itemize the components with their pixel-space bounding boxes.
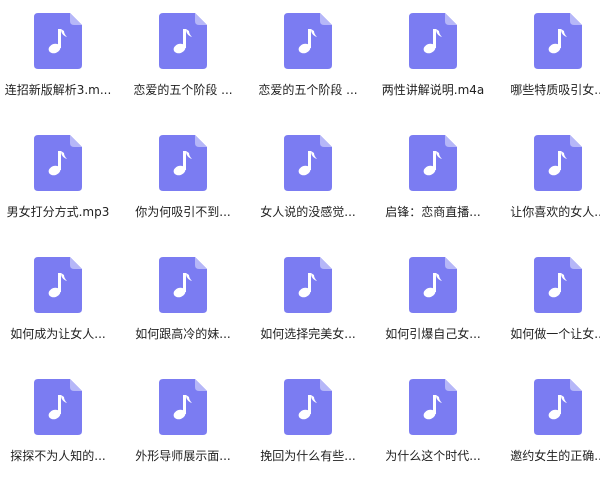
- file-item[interactable]: 两性讲解说明.m4a: [377, 0, 497, 118]
- file-item[interactable]: 外形导师展示面...: [127, 366, 247, 484]
- file-name-label: 哪些特质吸引女...: [510, 83, 600, 97]
- music-file-icon: [159, 135, 207, 191]
- file-item[interactable]: 挽回为什么有些...: [252, 366, 372, 484]
- file-name-label: 你为何吸引不到...: [135, 205, 231, 219]
- music-file-icon: [534, 13, 582, 69]
- music-file-icon: [34, 135, 82, 191]
- music-file-icon: [534, 135, 582, 191]
- file-name-label: 挽回为什么有些...: [260, 449, 356, 463]
- file-item[interactable]: 连招新版解析3.m...: [2, 0, 122, 118]
- file-item[interactable]: 如何引爆自己女...: [377, 244, 497, 362]
- file-item[interactable]: 启锋：恋商直播...: [377, 122, 497, 240]
- file-name-label: 女人说的没感觉...: [260, 205, 356, 219]
- file-name-label: 如何跟高冷的妹...: [135, 327, 231, 341]
- file-name-label: 如何引爆自己女...: [385, 327, 481, 341]
- file-name-label: 启锋：恋商直播...: [385, 205, 481, 219]
- music-file-icon: [534, 379, 582, 435]
- file-item[interactable]: 如何选择完美女...: [252, 244, 372, 362]
- file-name-label: 如何选择完美女...: [260, 327, 356, 341]
- music-file-icon: [284, 13, 332, 69]
- file-item[interactable]: 探探不为人知的...: [2, 366, 122, 484]
- file-name-label: 如何成为让女人...: [10, 327, 106, 341]
- music-file-icon: [159, 13, 207, 69]
- file-item[interactable]: 哪些特质吸引女...: [502, 0, 600, 118]
- file-name-label: 让你喜欢的女人...: [510, 205, 600, 219]
- file-name-label: 男女打分方式.mp3: [6, 205, 110, 219]
- file-item[interactable]: 如何成为让女人...: [2, 244, 122, 362]
- music-file-icon: [34, 257, 82, 313]
- music-file-icon: [409, 257, 457, 313]
- music-file-icon: [284, 379, 332, 435]
- music-file-icon: [409, 135, 457, 191]
- file-name-label: 探探不为人知的...: [10, 449, 106, 463]
- music-file-icon: [34, 379, 82, 435]
- music-file-icon: [409, 379, 457, 435]
- file-name-label: 两性讲解说明.m4a: [381, 83, 485, 97]
- file-item[interactable]: 为什么这个时代...: [377, 366, 497, 484]
- file-item[interactable]: 男女打分方式.mp3: [2, 122, 122, 240]
- file-name-label: 如何做一个让女...: [510, 327, 600, 341]
- music-file-icon: [409, 13, 457, 69]
- file-item[interactable]: 女人说的没感觉...: [252, 122, 372, 240]
- file-name-label: 恋爱的五个阶段 ...: [258, 83, 358, 97]
- file-name-label: 邀约女生的正确...: [510, 449, 600, 463]
- music-file-icon: [159, 257, 207, 313]
- file-name-label: 外形导师展示面...: [135, 449, 231, 463]
- music-file-icon: [34, 13, 82, 69]
- file-item[interactable]: 恋爱的五个阶段 ...: [127, 0, 247, 118]
- music-file-icon: [534, 257, 582, 313]
- music-file-icon: [284, 135, 332, 191]
- music-file-icon: [159, 379, 207, 435]
- file-item[interactable]: 如何跟高冷的妹...: [127, 244, 247, 362]
- file-grid: 连招新版解析3.m... 恋爱的五个阶段 ... 恋爱的五个阶段 ... 两性讲…: [0, 0, 600, 475]
- file-item[interactable]: 邀约女生的正确...: [502, 366, 600, 484]
- file-item[interactable]: 如何做一个让女...: [502, 244, 600, 362]
- file-item[interactable]: 让你喜欢的女人...: [502, 122, 600, 240]
- file-item[interactable]: 恋爱的五个阶段 ...: [252, 0, 372, 118]
- music-file-icon: [284, 257, 332, 313]
- file-name-label: 为什么这个时代...: [385, 449, 481, 463]
- file-item[interactable]: 你为何吸引不到...: [127, 122, 247, 240]
- file-name-label: 恋爱的五个阶段 ...: [133, 83, 233, 97]
- file-name-label: 连招新版解析3.m...: [4, 83, 112, 97]
